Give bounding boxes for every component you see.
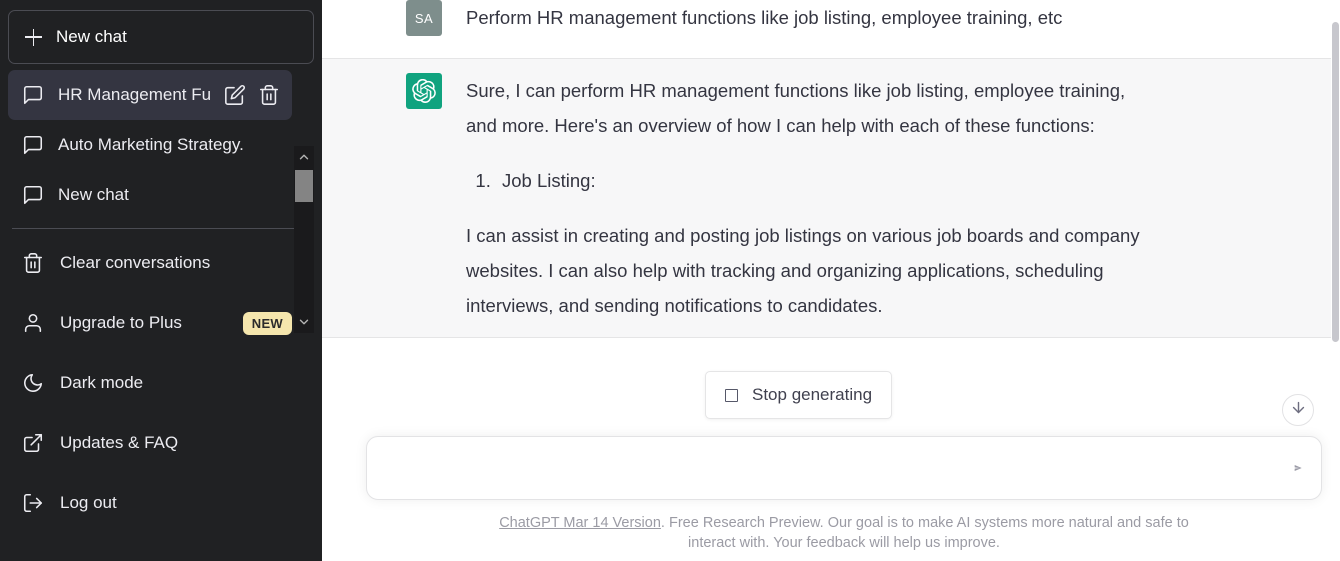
arrow-down-icon <box>1290 399 1307 421</box>
moon-icon <box>22 372 44 394</box>
new-chat-label: New chat <box>56 27 127 46</box>
main-scrollbar-thumb[interactable] <box>1332 22 1339 342</box>
sidebar: New chat HR Management Fun Auto Marketin… <box>0 0 322 561</box>
conversation-title: Auto Marketing Strategy. <box>58 135 244 154</box>
external-link-icon <box>22 432 44 454</box>
stop-generating-label: Stop generating <box>752 385 873 404</box>
composer-area: ChatGPT Mar 14 Version. Free Research Pr… <box>322 436 1340 561</box>
chevron-up-icon[interactable] <box>294 146 314 168</box>
menu-item-label: Log out <box>60 493 117 512</box>
chat-bubble-icon <box>22 184 44 206</box>
logout-icon <box>22 492 44 514</box>
status-badge: NEW <box>242 311 292 335</box>
sidebar-item-clear-conversations[interactable]: Clear conversations <box>8 233 314 293</box>
conversation-actions <box>224 84 280 106</box>
main-panel: SA Perform HR management functions like … <box>322 0 1340 561</box>
sidebar-item-log-out[interactable]: Log out <box>8 473 314 533</box>
menu-item-label: Upgrade to Plus <box>60 313 182 332</box>
footer-disclaimer: ChatGPT Mar 14 Version. Free Research Pr… <box>366 500 1322 561</box>
chatgpt-app: New chat HR Management Fun Auto Marketin… <box>0 0 1340 561</box>
message-paragraph: Perform HR management functions like job… <box>466 7 1063 28</box>
message-user: SA Perform HR management functions like … <box>322 0 1340 58</box>
composer[interactable] <box>366 436 1322 500</box>
message-content: Sure, I can perform HR management functi… <box>466 73 1156 323</box>
message-ordered-list: Job Listing: <box>466 163 1156 198</box>
menu-item-label: Clear conversations <box>60 253 211 272</box>
sidebar-divider <box>12 228 310 229</box>
footer-text: . Free Research Preview. Our goal is to … <box>660 515 1189 551</box>
trash-icon <box>22 252 44 274</box>
chat-input[interactable] <box>367 437 1321 499</box>
message-paragraph: Sure, I can perform HR management functi… <box>466 80 1126 136</box>
trash-icon[interactable] <box>258 84 280 106</box>
chatgpt-logo-icon <box>406 73 442 109</box>
send-icon[interactable] <box>1293 463 1303 473</box>
conversation-title: HR Management Fun <box>58 85 210 104</box>
chat-bubble-icon <box>22 84 44 106</box>
person-icon <box>22 312 44 334</box>
message-paragraph: I can assist in creating and posting job… <box>466 225 1140 316</box>
sidebar-menu: Clear conversations Upgrade to Plus NEW <box>8 233 314 533</box>
plus-icon <box>25 28 42 46</box>
stop-generating-button[interactable]: Stop generating <box>705 371 893 419</box>
sidebar-item-dark-mode[interactable]: Dark mode <box>8 353 314 413</box>
message-assistant: Sure, I can perform HR management functi… <box>322 58 1340 338</box>
sidebar-scrollbar-thumb[interactable] <box>295 170 313 202</box>
main-scrollbar[interactable] <box>1331 0 1340 561</box>
sidebar-item-auto-marketing-strategy[interactable]: Auto Marketing Strategy. <box>8 120 292 170</box>
sidebar-item-upgrade-to-plus[interactable]: Upgrade to Plus NEW <box>8 293 314 353</box>
sidebar-item-hr-management-fun[interactable]: HR Management Fun <box>8 70 292 120</box>
conversation-title: New chat <box>58 185 129 204</box>
sidebar-item-updates-faq[interactable]: Updates & FAQ <box>8 413 314 473</box>
message-content: Perform HR management functions like job… <box>466 0 1156 36</box>
sidebar-item-new-chat[interactable]: New chat <box>8 170 292 220</box>
edit-icon[interactable] <box>224 84 246 106</box>
conversation-list: HR Management Fun Auto Marketing Strateg… <box>8 70 314 333</box>
new-chat-button[interactable]: New chat <box>8 10 314 64</box>
avatar: SA <box>406 0 442 36</box>
version-link[interactable]: ChatGPT Mar 14 Version <box>499 515 661 531</box>
menu-item-label: Dark mode <box>60 373 144 392</box>
stop-square-icon <box>725 388 738 402</box>
menu-item-label: Updates & FAQ <box>60 433 179 452</box>
chevron-down-icon[interactable] <box>294 311 314 333</box>
chat-bubble-icon <box>22 134 44 156</box>
list-item: Job Listing: <box>496 163 1156 198</box>
scroll-to-bottom-button[interactable] <box>1282 394 1314 426</box>
sidebar-scrollbar[interactable] <box>294 146 314 333</box>
